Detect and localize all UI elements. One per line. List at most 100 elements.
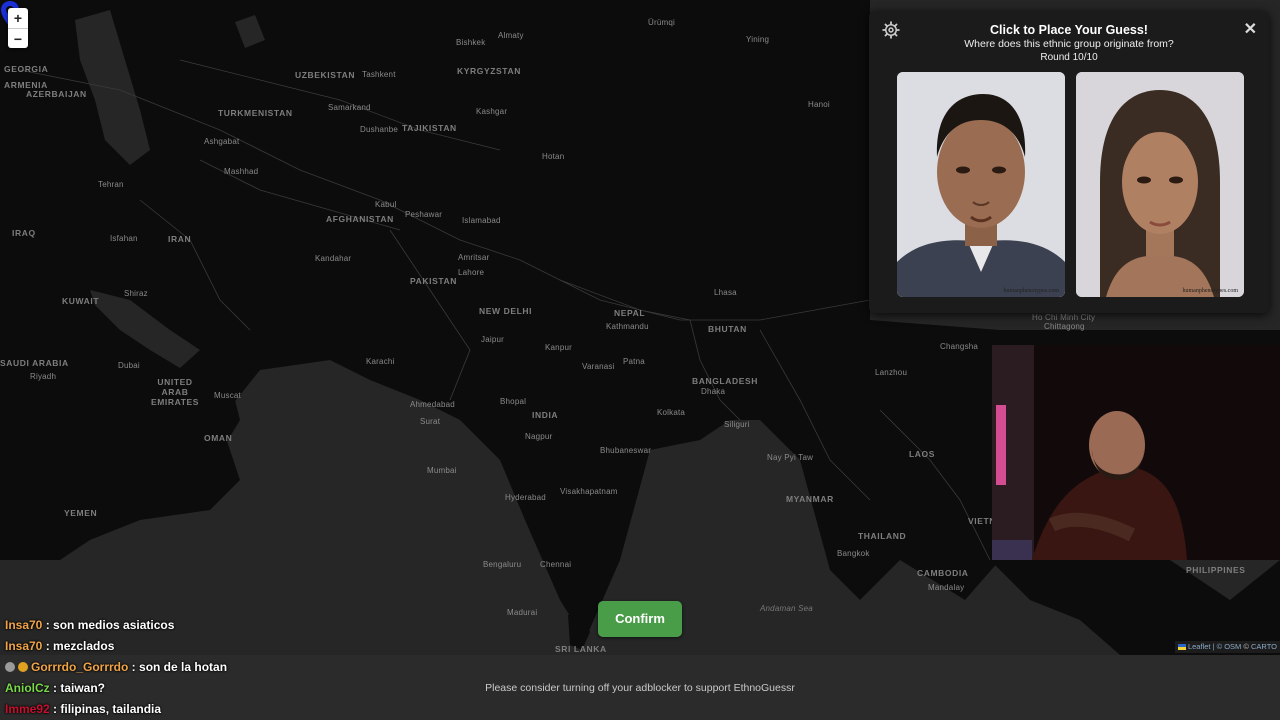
map-label: Mandalay	[928, 583, 965, 592]
map-label: MYANMAR	[786, 494, 834, 504]
confirm-button[interactable]: Confirm	[598, 601, 682, 637]
map-label: Ashgabat	[204, 137, 240, 146]
chat-message: Imme92 : filipinas, tailandia	[5, 702, 162, 716]
map-label: Hanoi	[808, 100, 830, 109]
chat-message: Insa70 : son medios asiaticos	[5, 618, 175, 632]
map-label: NEPAL	[614, 308, 646, 318]
map-label: Dhaka	[701, 387, 726, 396]
chat-username: Gorrrdo_Gorrrdo	[31, 660, 129, 674]
map-label: UZBEKISTAN	[295, 70, 356, 80]
photo-caption: humanphenotypes.com	[1003, 288, 1060, 294]
map-label: Lahore	[458, 268, 485, 277]
map-label: Riyadh	[30, 372, 57, 381]
map-label: Tehran	[98, 180, 124, 189]
map-label: Mumbai	[427, 466, 457, 475]
leaflet-link[interactable]: Leaflet	[1188, 642, 1211, 651]
map-attribution: Leaflet | © OSM © CARTO	[1174, 641, 1280, 653]
panel-subtitle: Where does this ethnic group originate f…	[964, 38, 1174, 50]
map-label: Peshawar	[405, 210, 443, 219]
chat-text: filipinas, tailandia	[60, 702, 162, 716]
map-label: Ahmedabad	[410, 400, 455, 409]
map-label: Changsha	[940, 342, 979, 351]
map-label: Muscat	[214, 391, 241, 400]
guess-panel: ✕ Click to Place Your Guess! Where does …	[869, 11, 1269, 313]
map-label: Yining	[746, 35, 770, 44]
map-label: AFGHANISTAN	[326, 214, 394, 224]
map-label: OMAN	[204, 433, 233, 443]
map-label: THAILAND	[858, 531, 907, 541]
map-label: Siliguri	[724, 420, 750, 429]
map-label: Visakhapatnam	[560, 487, 618, 496]
map-label: Hotan	[542, 152, 565, 161]
map-label: BANGLADESH	[692, 376, 758, 386]
game-screen: Ürümqi Almaty Bishkek Tashkent Samarkand…	[0, 0, 1280, 720]
map-label: GEORGIA	[4, 64, 49, 74]
round-counter: Round 10/10	[1040, 52, 1098, 63]
map-label: AZERBAIJAN	[26, 89, 87, 99]
female-face-photo: humanphenotypes.com	[1076, 72, 1244, 297]
zoom-out-button[interactable]: −	[8, 28, 28, 48]
ukraine-flag-icon	[1177, 644, 1186, 651]
map-label: Mashhad	[224, 167, 259, 176]
map-label: UNITED ARAB EMIRATES	[150, 377, 200, 407]
chat-message: Gorrrdo_Gorrrdo : son de la hotan	[5, 660, 227, 674]
map-label: Islamabad	[462, 216, 501, 225]
chat-text: son medios asiaticos	[53, 618, 175, 632]
map-label: NEW DELHI	[479, 306, 533, 316]
map-label: KUWAIT	[62, 296, 100, 306]
map-label: Bhopal	[500, 397, 527, 406]
osm-link[interactable]: OSM	[1224, 642, 1241, 651]
chat-username: Insa70	[5, 618, 43, 632]
map-label: Bengaluru	[483, 560, 522, 569]
map-label: Amritsar	[458, 253, 490, 262]
map-label: Tashkent	[362, 70, 396, 79]
map-label: Kabul	[375, 200, 397, 209]
map-label: Karachi	[366, 357, 395, 366]
map-label: IRAQ	[12, 228, 36, 238]
zoom-in-button[interactable]: +	[8, 8, 28, 28]
map-label: Surat	[420, 417, 441, 426]
map-label: Kolkata	[657, 408, 686, 417]
map-label: Ho Chi Minh City	[1032, 313, 1096, 322]
map-label: Andaman Sea	[760, 604, 813, 613]
map-label: Kanpur	[545, 343, 572, 352]
map-label: Chennai	[540, 560, 572, 569]
map-label: Bangkok	[837, 549, 870, 558]
chat-username: AniolCz	[5, 681, 50, 695]
chat-text: taiwan?	[60, 681, 106, 695]
map-label: TAJIKISTAN	[402, 123, 457, 133]
map-label: CAMBODIA	[917, 568, 969, 578]
streamer-webcam	[992, 345, 1280, 560]
photo-caption: humanphenotypes.com	[1182, 288, 1239, 294]
map-label: KYRGYZSTAN	[457, 66, 521, 76]
male-face-photo: humanphenotypes.com	[897, 72, 1065, 297]
map-label: Bishkek	[456, 38, 486, 47]
map-label: Patna	[623, 357, 645, 366]
map-label: Ürümqi	[648, 18, 675, 27]
map-label: Jaipur	[481, 335, 504, 344]
map-label: PHILIPPINES	[1186, 565, 1246, 575]
chat-username: Insa70	[5, 639, 43, 653]
map-label: Kashgar	[476, 107, 508, 116]
map-label: Dubai	[118, 361, 140, 370]
map-label: SRI LANKA	[555, 644, 607, 654]
map-label: YEMEN	[64, 508, 98, 518]
map-label: Madurai	[507, 608, 538, 617]
map-label: Samarkand	[328, 103, 371, 112]
badge-icon	[5, 662, 15, 672]
chat-username: Imme92	[5, 702, 50, 716]
map-label: INDIA	[532, 410, 559, 420]
map-label: Almaty	[498, 31, 524, 40]
attribution-copy: ©	[1241, 642, 1252, 651]
map-label: Isfahan	[110, 234, 138, 243]
map-label: Kandahar	[315, 254, 352, 263]
zoom-control: + −	[8, 8, 28, 48]
map-label: SAUDI ARABIA	[0, 358, 69, 368]
map-label: TURKMENISTAN	[218, 108, 293, 118]
map-label: Lhasa	[714, 288, 737, 297]
carto-link[interactable]: CARTO	[1251, 642, 1277, 651]
map-label: IRAN	[168, 234, 192, 244]
map-label: Dushanbe	[360, 125, 399, 134]
badge-icon	[18, 662, 28, 672]
map-label: BHUTAN	[708, 324, 747, 334]
